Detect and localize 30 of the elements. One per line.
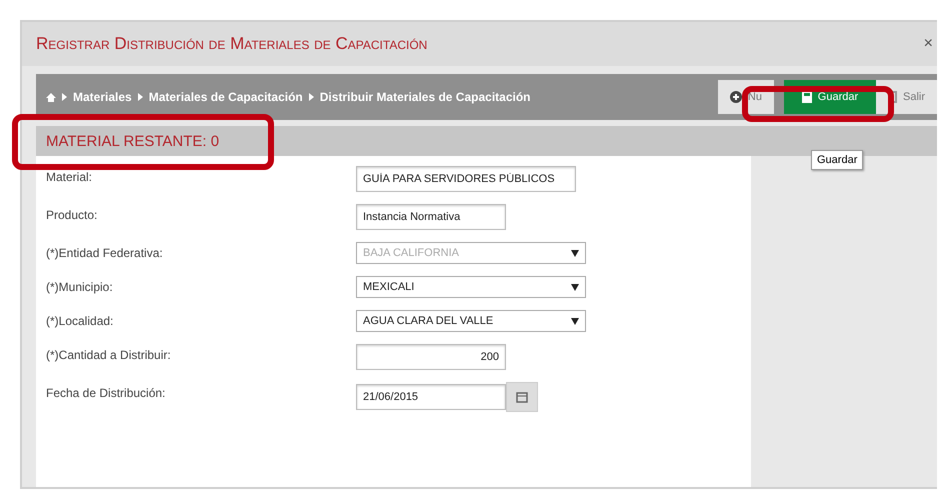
caret-icon — [571, 250, 579, 256]
calendar-icon — [516, 391, 528, 403]
chevron-icon — [138, 93, 143, 101]
field-label: (*)Municipio: — [46, 279, 114, 296]
remaining-text: MATERIAL RESTANTE: 0 — [46, 132, 220, 150]
calendar-button[interactable] — [506, 382, 538, 412]
field-label: (*)Entidad Federativa: — [46, 245, 164, 262]
field-label: Producto: — [46, 207, 98, 224]
field-label: Fecha de Distribución: — [46, 385, 166, 402]
plus-circle-icon — [730, 91, 742, 103]
caret-icon — [571, 318, 579, 324]
dropdown[interactable]: AGUA CLARA DEL VALLE — [356, 310, 586, 332]
home-icon — [46, 92, 56, 102]
breadcrumb-link[interactable]: Materiales de Capacitación — [148, 90, 303, 104]
tooltip: Guardar — [811, 150, 864, 170]
close-button[interactable]: × — [924, 35, 933, 53]
quantity-field[interactable]: 200 — [356, 344, 506, 370]
chevron-icon — [62, 93, 67, 101]
dropdown[interactable]: MEXICALI — [356, 276, 586, 298]
floppy-icon — [802, 92, 812, 102]
caret-icon — [571, 284, 579, 290]
field-label: Material: — [46, 169, 94, 186]
field-label: (*)Localidad: — [46, 313, 114, 330]
window-title: Registrar Distribución de Materiales de Capacitación — [36, 34, 428, 54]
field-label: (*)Cantidad a Distribuir: — [46, 347, 172, 364]
date-field[interactable]: 21/06/2015 — [356, 384, 506, 410]
breadcrumb-link[interactable]: Materiales — [73, 90, 132, 104]
chevron-icon — [308, 93, 314, 101]
breadcrumb-link[interactable]: Distribuir Materiales de Capacitación — [320, 90, 530, 104]
text-field[interactable]: Instancia Normativa — [356, 204, 506, 230]
